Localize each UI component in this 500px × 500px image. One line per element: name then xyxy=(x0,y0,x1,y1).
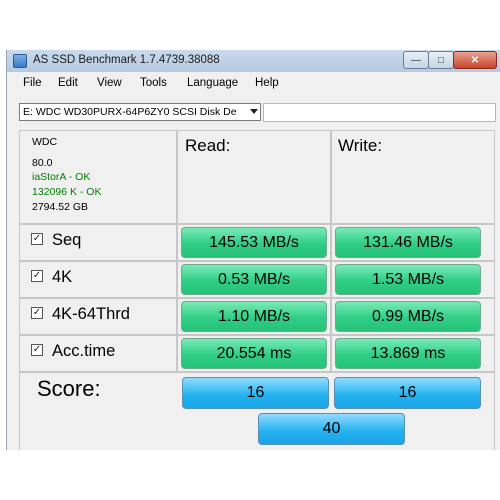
checkmark-icon: ✓ xyxy=(32,270,42,281)
menu-edit[interactable]: Edit xyxy=(58,77,78,89)
acctime-checkbox[interactable]: ✓ xyxy=(31,344,43,356)
driver-status: iaStorA - OK xyxy=(32,171,91,183)
menu-tools[interactable]: Tools xyxy=(140,77,167,89)
maximize-icon: □ xyxy=(437,54,445,66)
menu-help[interactable]: Help xyxy=(255,77,279,89)
progress-field xyxy=(263,103,496,122)
total-score: 40 xyxy=(258,413,405,445)
acctime-write-value: 13.869 ms xyxy=(335,338,481,369)
close-icon: ✕ xyxy=(470,54,480,66)
app-window: AS SSD Benchmark 1.7.4739.38088 — □ ✕ Fi… xyxy=(6,50,500,450)
score-label: Score: xyxy=(37,376,101,401)
checkmark-icon: ✓ xyxy=(32,307,42,318)
4k-read-value: 0.53 MB/s xyxy=(181,264,327,295)
write-header: Write: xyxy=(338,136,383,155)
menu-bar: File Edit View Tools Language Help xyxy=(7,74,500,94)
write-score: 16 xyxy=(334,377,481,409)
read-header: Read: xyxy=(185,136,231,155)
minimize-button[interactable]: — xyxy=(403,51,429,69)
4k64-label: 4K-64Thrd xyxy=(52,305,130,323)
4k64-checkbox[interactable]: ✓ xyxy=(31,307,43,319)
menu-view[interactable]: View xyxy=(97,77,122,89)
menu-file[interactable]: File xyxy=(23,77,42,89)
acctime-read-value: 20.554 ms xyxy=(181,338,327,369)
drive-select[interactable]: E: WDC WD30PURX-64P6ZY0 SCSI Disk De xyxy=(19,103,261,121)
4k64-write-value: 0.99 MB/s xyxy=(335,301,481,332)
seq-write-value: 131.46 MB/s xyxy=(335,227,481,258)
window-title: AS SSD Benchmark 1.7.4739.38088 xyxy=(33,54,220,66)
app-icon xyxy=(13,54,27,68)
menu-language[interactable]: Language xyxy=(187,77,238,89)
read-score: 16 xyxy=(182,377,329,409)
minimize-icon: — xyxy=(411,54,421,66)
close-button[interactable]: ✕ xyxy=(453,51,497,69)
4k-label: 4K xyxy=(52,268,73,286)
4k64-read-value: 1.10 MB/s xyxy=(181,301,327,332)
seq-read-value: 145.53 MB/s xyxy=(181,227,327,258)
seq-checkbox[interactable]: ✓ xyxy=(31,233,43,245)
drive-firmware: 80.0 xyxy=(32,157,53,169)
alignment-status: 132096 K - OK xyxy=(32,186,102,198)
checkmark-icon: ✓ xyxy=(32,233,42,244)
maximize-button[interactable]: □ xyxy=(428,51,454,69)
seq-label: Seq xyxy=(52,231,82,249)
chevron-down-icon xyxy=(250,109,258,114)
drive-select-value: E: WDC WD30PURX-64P6ZY0 SCSI Disk De xyxy=(23,106,237,118)
acctime-label: Acc.time xyxy=(52,342,116,360)
title-bar[interactable]: AS SSD Benchmark 1.7.4739.38088 — □ ✕ xyxy=(7,50,500,72)
4k-checkbox[interactable]: ✓ xyxy=(31,270,43,282)
4k-write-value: 1.53 MB/s xyxy=(335,264,481,295)
checkmark-icon: ✓ xyxy=(32,344,42,355)
drive-vendor: WDC xyxy=(32,136,58,148)
drive-capacity: 2794.52 GB xyxy=(32,201,89,213)
